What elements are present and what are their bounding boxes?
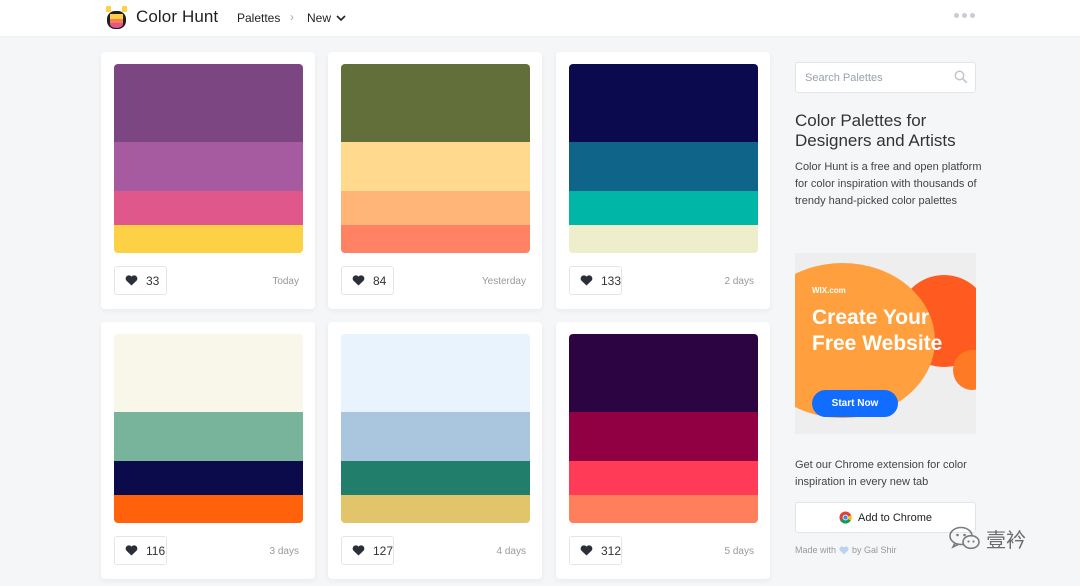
- palette-card[interactable]: 127 4 days: [328, 322, 542, 579]
- color-swatch[interactable]: [114, 461, 303, 495]
- color-swatch[interactable]: [341, 412, 530, 461]
- color-swatch[interactable]: [341, 334, 530, 412]
- author-credit[interactable]: by Gal Shir: [852, 545, 897, 555]
- color-swatch[interactable]: [341, 191, 530, 225]
- palette-swatches[interactable]: [341, 334, 530, 523]
- palette-swatches[interactable]: [569, 64, 758, 253]
- like-count: 33: [146, 273, 160, 288]
- color-swatch[interactable]: [341, 495, 530, 523]
- heart-icon: [125, 275, 138, 286]
- color-swatch[interactable]: [341, 461, 530, 495]
- wix-advertisement[interactable]: WIX.com Create Your Free Website Start N…: [795, 253, 976, 434]
- color-swatch[interactable]: [569, 225, 758, 253]
- made-with-prefix: Made with: [795, 545, 837, 555]
- heart-icon: [352, 275, 365, 286]
- color-swatch[interactable]: [341, 225, 530, 253]
- palette-date: Today: [272, 276, 299, 287]
- like-button[interactable]: 127: [341, 536, 394, 565]
- like-button[interactable]: 116: [114, 536, 167, 565]
- color-hunt-logo-icon[interactable]: [104, 5, 129, 30]
- palette-swatches[interactable]: [114, 334, 303, 523]
- like-button[interactable]: 84: [341, 266, 394, 295]
- color-swatch[interactable]: [569, 495, 758, 523]
- nav-palettes-link[interactable]: Palettes: [237, 11, 280, 25]
- more-options-icon[interactable]: [954, 13, 975, 18]
- nav-new-label: New: [307, 11, 332, 25]
- ad-start-now-button[interactable]: Start Now: [812, 390, 898, 417]
- palette-card[interactable]: 312 5 days: [556, 322, 770, 579]
- ad-brand: WIX.com: [812, 286, 846, 295]
- palette-card[interactable]: 133 2 days: [556, 52, 770, 309]
- color-swatch[interactable]: [114, 142, 303, 191]
- made-with-credit: Made with by Gal Shir: [795, 545, 897, 555]
- wechat-icon: [949, 526, 980, 549]
- heart-icon: [580, 275, 593, 286]
- palette-date: 3 days: [269, 546, 299, 557]
- color-swatch[interactable]: [114, 191, 303, 225]
- heart-icon: [580, 545, 593, 556]
- palette-swatches[interactable]: [341, 64, 530, 253]
- heart-icon: [839, 545, 849, 554]
- like-button[interactable]: 33: [114, 266, 167, 295]
- palette-swatches[interactable]: [569, 334, 758, 523]
- heart-icon: [125, 545, 138, 556]
- extension-promo-text: Get our Chrome extension for color inspi…: [795, 459, 967, 488]
- heart-icon: [352, 545, 365, 556]
- palette-card[interactable]: 33 Today: [101, 52, 315, 309]
- color-swatch[interactable]: [569, 64, 758, 142]
- watermark-text: 壹衿: [986, 530, 1026, 552]
- watermark: 壹衿: [948, 524, 1026, 553]
- search-field[interactable]: [795, 62, 976, 93]
- color-swatch[interactable]: [569, 412, 758, 461]
- color-swatch[interactable]: [569, 334, 758, 412]
- color-swatch[interactable]: [341, 142, 530, 191]
- brand-name[interactable]: Color Hunt: [136, 7, 218, 27]
- color-swatch[interactable]: [114, 225, 303, 253]
- like-count: 133: [601, 273, 622, 288]
- palette-swatches[interactable]: [114, 64, 303, 253]
- chrome-icon: [839, 511, 852, 524]
- like-count: 312: [601, 543, 622, 558]
- like-button[interactable]: 312: [569, 536, 622, 565]
- like-count: 116: [146, 543, 166, 558]
- color-swatch[interactable]: [114, 412, 303, 461]
- like-count: 127: [373, 543, 394, 558]
- color-swatch[interactable]: [569, 461, 758, 495]
- color-swatch[interactable]: [341, 64, 530, 142]
- search-icon[interactable]: [954, 70, 968, 84]
- like-count: 84: [373, 273, 387, 288]
- search-input[interactable]: [805, 70, 945, 86]
- color-swatch[interactable]: [569, 191, 758, 225]
- palette-date: 2 days: [724, 276, 754, 287]
- palette-date: 4 days: [496, 546, 526, 557]
- sidebar-title: Color Palettes for Designers and Artists: [795, 111, 956, 150]
- palette-card[interactable]: 84 Yesterday: [328, 52, 542, 309]
- like-button[interactable]: 133: [569, 266, 622, 295]
- ad-headline: Create Your Free Website: [812, 306, 943, 355]
- color-swatch[interactable]: [114, 64, 303, 142]
- chevron-down-icon: [336, 14, 346, 21]
- color-swatch[interactable]: [114, 334, 303, 412]
- nav-new-dropdown[interactable]: New: [307, 11, 346, 25]
- color-swatch[interactable]: [569, 142, 758, 191]
- breadcrumb-separator: ›: [290, 10, 294, 24]
- color-swatch[interactable]: [114, 495, 303, 523]
- palette-card[interactable]: 116 3 days: [101, 322, 315, 579]
- top-navbar: Color Hunt Palettes › New: [0, 0, 1080, 36]
- add-to-chrome-label: Add to Chrome: [858, 511, 932, 524]
- sidebar-description: Color Hunt is a free and open platform f…: [795, 161, 982, 207]
- palette-date: 5 days: [724, 546, 754, 557]
- palette-date: Yesterday: [481, 276, 526, 287]
